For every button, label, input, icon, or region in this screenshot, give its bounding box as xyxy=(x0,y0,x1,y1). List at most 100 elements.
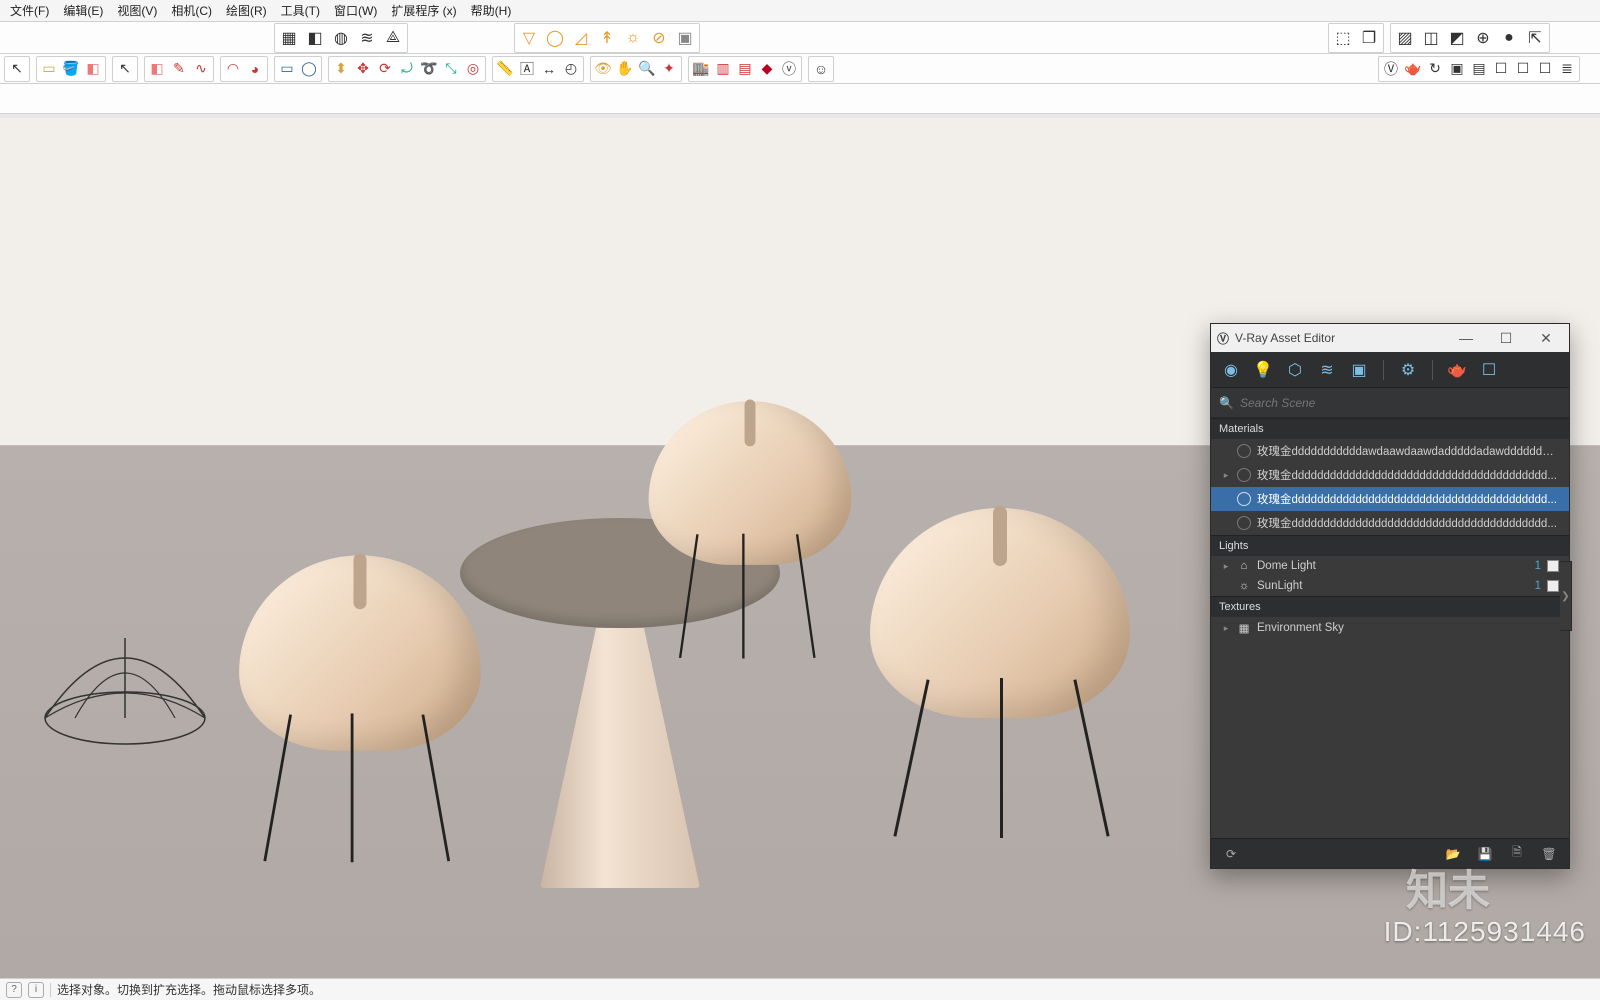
save2-button[interactable]: 🗎 xyxy=(1505,842,1529,866)
window-c-icon[interactable]: ☐ xyxy=(1534,58,1556,80)
menu-window[interactable]: 窗口(W) xyxy=(328,0,383,21)
person-icon[interactable]: ☺ xyxy=(810,58,832,80)
scale-icon[interactable]: ⤡ xyxy=(440,58,462,80)
vray-logo-icon[interactable]: Ⓥ xyxy=(1380,58,1402,80)
tab-lights-icon[interactable]: 💡 xyxy=(1249,356,1277,384)
ball-icon[interactable]: ● xyxy=(1496,25,1522,51)
dimension-icon[interactable]: ↔ xyxy=(538,58,560,80)
window-b-icon[interactable]: ☐ xyxy=(1512,58,1534,80)
expand-icon[interactable]: ▸ xyxy=(1221,561,1231,572)
vray-search[interactable]: 🔍 xyxy=(1211,388,1569,418)
rotate-icon[interactable]: ⟳ xyxy=(374,58,396,80)
light-row[interactable]: ☼ SunLight 1 xyxy=(1211,576,1569,596)
make-group-icon[interactable]: ❐ xyxy=(1356,25,1382,51)
minimize-button[interactable]: — xyxy=(1449,327,1483,349)
maximize-button[interactable]: ☐ xyxy=(1489,327,1523,349)
teapot-spin-icon[interactable]: ↻ xyxy=(1424,58,1446,80)
pencil-icon[interactable]: ✎ xyxy=(168,58,190,80)
style-hidden-icon[interactable]: ◍ xyxy=(328,25,354,51)
window-a-icon[interactable]: ☐ xyxy=(1490,58,1512,80)
material-row[interactable]: ▸ 玫瑰金ddddddddddddddddddddddddddddddddddd… xyxy=(1211,463,1569,487)
expand-icon[interactable]: ▸ xyxy=(1221,623,1231,634)
shape-sphere-icon[interactable]: ◯ xyxy=(542,25,568,51)
style-shade-icon[interactable]: ◧ xyxy=(302,25,328,51)
shape-cube-icon[interactable]: ▣ xyxy=(672,25,698,51)
light-row[interactable]: ▸ ⌂ Dome Light 1 xyxy=(1211,556,1569,576)
status-icon-1[interactable]: ? xyxy=(6,982,22,998)
zoom-icon[interactable]: 🔍 xyxy=(636,58,658,80)
material-row[interactable]: 玫瑰金dddddddddddawdaawdaawdadddddadawddddd… xyxy=(1211,439,1569,463)
shape-sun-icon[interactable]: ☼ xyxy=(620,25,646,51)
tab-render-icon[interactable]: ▣ xyxy=(1345,356,1373,384)
eraser2-icon[interactable]: ◧ xyxy=(146,58,168,80)
iso-view-icon[interactable]: ▨ xyxy=(1392,25,1418,51)
section-lights-header[interactable]: Lights xyxy=(1211,535,1569,556)
text-label-icon[interactable]: 🄰 xyxy=(516,58,538,80)
offset-icon[interactable]: ◎ xyxy=(462,58,484,80)
circle-icon[interactable]: ◯ xyxy=(298,58,320,80)
status-icon-2[interactable]: i xyxy=(28,982,44,998)
front-view-icon[interactable]: ◫ xyxy=(1418,25,1444,51)
vray-asset-editor-panel[interactable]: Ⓥ V-Ray Asset Editor — ☐ ✕ ◉ 💡 ⬡ ≋ ▣ ⚙ 🫖… xyxy=(1210,323,1570,869)
menu-camera[interactable]: 相机(C) xyxy=(165,0,218,21)
rotate2-icon[interactable]: ⤾ xyxy=(396,58,418,80)
expand-icon[interactable]: ▸ xyxy=(1221,470,1231,481)
menu-view[interactable]: 视图(V) xyxy=(111,0,163,21)
delete-button[interactable]: 🗑 xyxy=(1537,842,1561,866)
section-textures-header[interactable]: Textures xyxy=(1211,596,1569,617)
viewport-3d[interactable]: Ⓥ V-Ray Asset Editor — ☐ ✕ ◉ 💡 ⬡ ≋ ▣ ⚙ 🫖… xyxy=(0,118,1600,978)
tab-materials-icon[interactable]: ◉ xyxy=(1217,356,1245,384)
arc-icon[interactable]: ◠ xyxy=(222,58,244,80)
menu-tools[interactable]: 工具(T) xyxy=(275,0,326,21)
pushpull-icon[interactable]: ⬍ xyxy=(330,58,352,80)
refresh-button[interactable]: ⟳ xyxy=(1219,842,1243,866)
shape-height-icon[interactable]: ↟ xyxy=(594,25,620,51)
frame-b-icon[interactable]: ▤ xyxy=(1468,58,1490,80)
teapot-icon[interactable]: 🫖 xyxy=(1402,58,1424,80)
make-component-icon[interactable]: ⬚ xyxy=(1330,25,1356,51)
eraser-icon[interactable]: ◧ xyxy=(82,58,104,80)
style-mono-icon[interactable]: ⟁ xyxy=(380,25,406,51)
pan-icon[interactable]: ✋ xyxy=(614,58,636,80)
select2-arrow-icon[interactable]: ↖ xyxy=(114,58,136,80)
side-view-icon[interactable]: ◩ xyxy=(1444,25,1470,51)
style-wire-icon[interactable]: ≋ xyxy=(354,25,380,51)
shape-cone-icon[interactable]: ▽ xyxy=(516,25,542,51)
panel-expand-grip[interactable]: ❯ xyxy=(1560,561,1572,631)
shape-torus-icon[interactable]: ⊘ xyxy=(646,25,672,51)
globe-icon[interactable]: ⊕ xyxy=(1470,25,1496,51)
warehouse-icon[interactable]: 🏬 xyxy=(690,58,712,80)
light-toggle[interactable] xyxy=(1547,580,1559,592)
material-row-selected[interactable]: 玫瑰金ddddddddddddddddddddddddddddddddddddd… xyxy=(1211,487,1569,511)
menu-edit[interactable]: 编辑(E) xyxy=(57,0,109,21)
move-icon[interactable]: ✥ xyxy=(352,58,374,80)
tab-layers-icon[interactable]: ≋ xyxy=(1313,356,1341,384)
ruby-icon[interactable]: ◆ xyxy=(756,58,778,80)
menu-help[interactable]: 帮助(H) xyxy=(465,0,518,21)
redbox-icon[interactable]: ▥ xyxy=(712,58,734,80)
orbit-icon[interactable]: ✦ xyxy=(658,58,680,80)
menu-file[interactable]: 文件(F) xyxy=(4,0,55,21)
component-icon[interactable]: ▭ xyxy=(38,58,60,80)
tape-icon[interactable]: 📏 xyxy=(494,58,516,80)
tab-teapot-icon[interactable]: 🫖 xyxy=(1443,356,1471,384)
light-toggle[interactable] xyxy=(1547,560,1559,572)
texture-row[interactable]: ▸ ▦ Environment Sky xyxy=(1211,617,1569,639)
select-arrow-icon[interactable]: ↖ xyxy=(6,58,28,80)
vray-v-icon[interactable]: ⓥ xyxy=(778,58,800,80)
shape-slice-icon[interactable]: ◿ xyxy=(568,25,594,51)
vray-titlebar[interactable]: Ⓥ V-Ray Asset Editor — ☐ ✕ xyxy=(1211,324,1569,352)
paint-bucket-icon[interactable]: 🪣 xyxy=(60,58,82,80)
protractor-icon[interactable]: ◴ xyxy=(560,58,582,80)
rect-icon[interactable]: ▭ xyxy=(276,58,298,80)
look-icon[interactable]: 👁 xyxy=(592,58,614,80)
section-materials-header[interactable]: Materials xyxy=(1211,418,1569,439)
freehand-icon[interactable]: ∿ xyxy=(190,58,212,80)
tab-geometry-icon[interactable]: ⬡ xyxy=(1281,356,1309,384)
followme-icon[interactable]: ➰ xyxy=(418,58,440,80)
stack-icon[interactable]: ≣ xyxy=(1556,58,1578,80)
vray-search-input[interactable] xyxy=(1240,396,1561,410)
cube-out-icon[interactable]: ⇱ xyxy=(1522,25,1548,51)
ext-tag-icon[interactable]: ▤ xyxy=(734,58,756,80)
close-button[interactable]: ✕ xyxy=(1529,327,1563,349)
